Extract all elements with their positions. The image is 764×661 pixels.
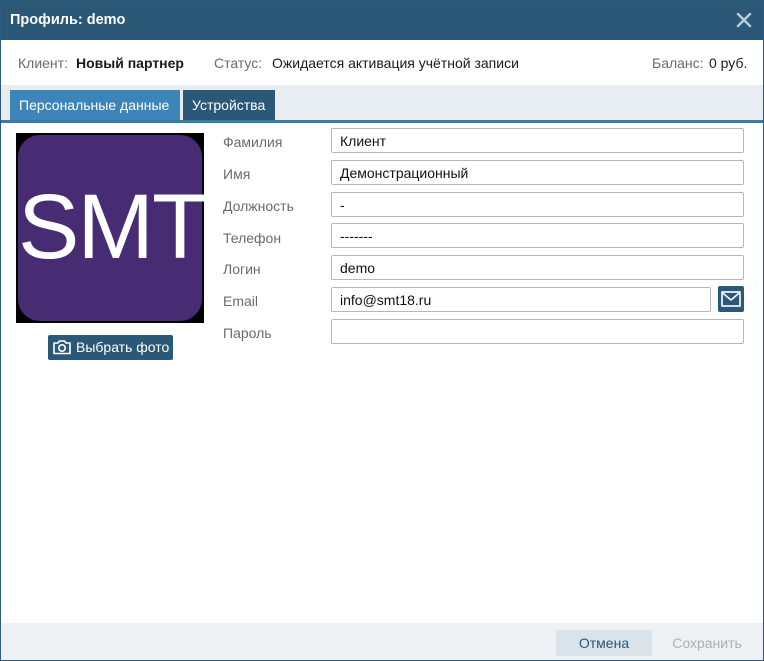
client-label: Клиент: (18, 55, 68, 71)
camera-icon (52, 338, 72, 356)
tab-personal-data[interactable]: Персональные данные (10, 90, 180, 120)
phone-field[interactable] (331, 223, 744, 248)
login-label: Логин (223, 261, 261, 277)
phone-label: Телефон (223, 230, 282, 246)
avatar: SMT (16, 133, 204, 323)
dialog-title: Профиль: demo (10, 12, 126, 28)
choose-photo-label: Выбрать фото (76, 339, 170, 355)
balance-value: 0 руб. (709, 55, 748, 71)
position-field[interactable] (331, 192, 744, 217)
avatar-logo-text: SMT (18, 176, 204, 278)
send-email-button[interactable] (718, 286, 744, 312)
login-field[interactable] (331, 255, 744, 280)
balance-label: Баланс: (652, 55, 704, 71)
position-label: Должность (223, 198, 294, 214)
firstname-field[interactable] (331, 160, 744, 185)
close-icon[interactable] (733, 9, 755, 31)
client-value: Новый партнер (76, 55, 184, 71)
avatar-logo: SMT (18, 135, 204, 321)
password-field[interactable] (331, 319, 744, 344)
lastname-label: Фамилия (223, 134, 283, 150)
password-label: Пароль (223, 325, 272, 341)
status-label: Статус: (214, 55, 263, 71)
email-field[interactable] (331, 287, 711, 312)
status-value: Ожидается активация учётной записи (272, 55, 519, 71)
tab-devices[interactable]: Устройства (183, 90, 275, 120)
cancel-button[interactable]: Отмена (556, 630, 652, 656)
lastname-field[interactable] (331, 128, 744, 153)
client-info-bar: Клиент: Новый партнер Статус: Ожидается … (1, 40, 763, 85)
personal-data-panel: SMT Выбрать фото Фамилия Имя Должность Т… (1, 123, 763, 623)
dialog-titlebar: Профиль: demo (1, 1, 763, 40)
choose-photo-button[interactable]: Выбрать фото (48, 335, 173, 360)
tab-bar: Персональные данные Устройства (1, 85, 763, 123)
profile-dialog: Профиль: demo Клиент: Новый партнер Стат… (0, 0, 764, 661)
email-label: Email (223, 293, 259, 309)
firstname-label: Имя (223, 166, 251, 182)
dialog-footer: Отмена Сохранить (1, 623, 763, 660)
save-button[interactable]: Сохранить (660, 630, 754, 656)
